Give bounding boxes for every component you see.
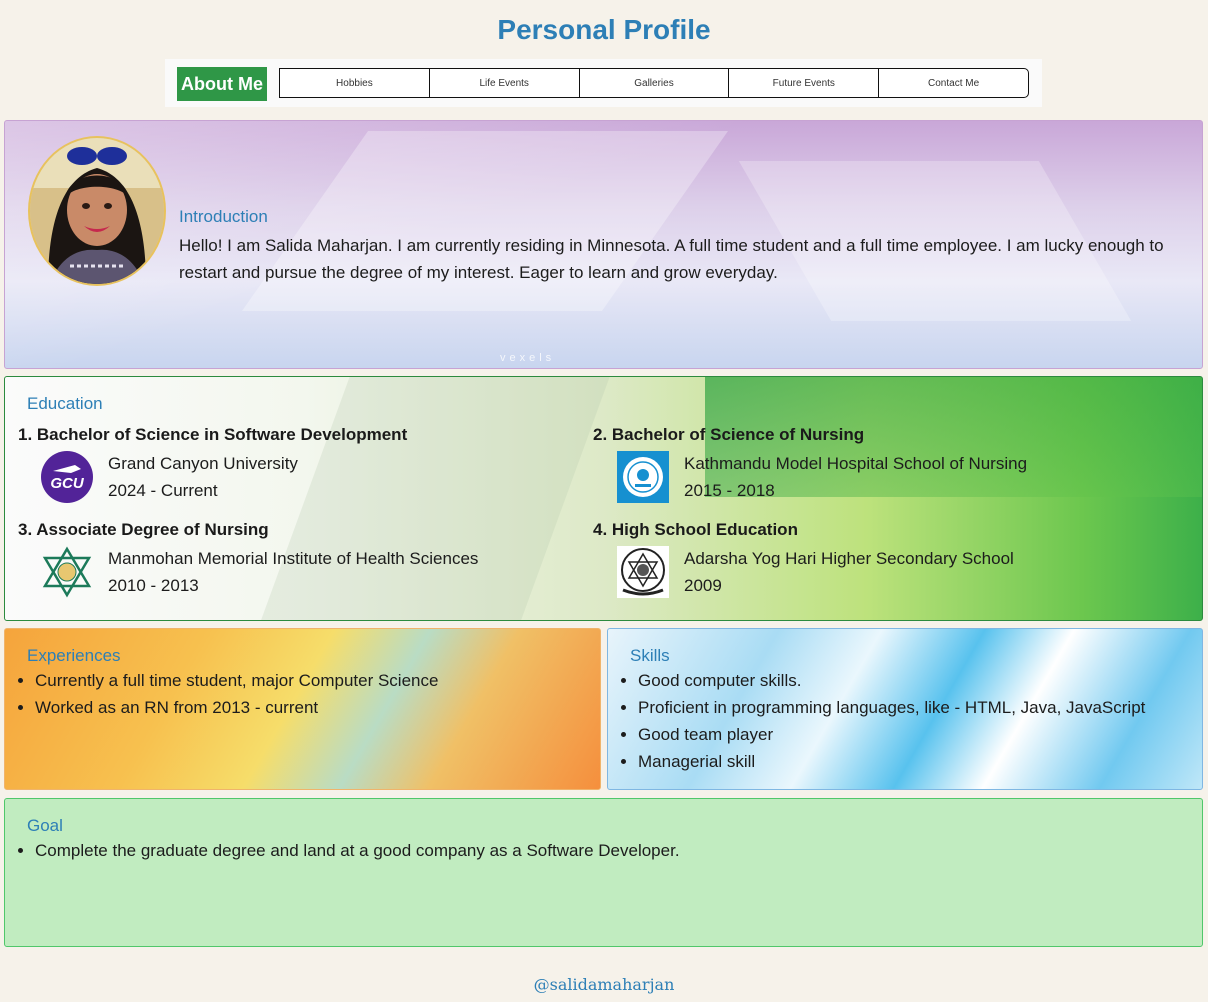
- introduction-heading: Introduction: [179, 207, 268, 226]
- list-item: Managerial skill: [638, 748, 1145, 775]
- goal-heading: Goal: [27, 816, 63, 835]
- tab-contact-me[interactable]: Contact Me: [878, 69, 1028, 97]
- school-years: 2015 - 2018: [684, 481, 775, 500]
- introduction-section: Introduction Hello! I am Salida Maharjan…: [4, 120, 1203, 369]
- list-item: Good team player: [638, 721, 1145, 748]
- school-years: 2010 - 2013: [108, 576, 199, 595]
- goal-section: Goal Complete the graduate degree and la…: [4, 798, 1203, 947]
- adarsha-logo: [617, 546, 669, 598]
- tab-galleries[interactable]: Galleries: [578, 69, 729, 97]
- skills-heading: Skills: [630, 646, 670, 665]
- goal-list: Complete the graduate degree and land at…: [13, 837, 680, 864]
- gcu-logo: GCU: [41, 451, 93, 503]
- education-section: Education 1. Bachelor of Science in Soft…: [4, 376, 1203, 621]
- degree-title: 4. High School Education: [593, 520, 798, 539]
- list-item: Currently a full time student, major Com…: [35, 667, 438, 694]
- degree-title: 1. Bachelor of Science in Software Devel…: [18, 425, 408, 444]
- list-item: Worked as an RN from 2013 - current: [35, 694, 438, 721]
- school-name: Adarsha Yog Hari Higher Secondary School: [684, 549, 1014, 568]
- tab-future-events[interactable]: Future Events: [728, 69, 878, 97]
- school-name: Grand Canyon University: [108, 454, 298, 473]
- background-shape: [260, 377, 610, 620]
- mmihs-logo: [41, 546, 93, 598]
- introduction-text: Hello! I am Salida Maharjan. I am curren…: [179, 236, 1164, 282]
- skills-section: Skills Good computer skills. Proficient …: [607, 628, 1203, 790]
- nav-tabs: Hobbies Life Events Galleries Future Eve…: [279, 68, 1029, 98]
- page-title: Personal Profile: [497, 14, 711, 45]
- education-heading: Education: [27, 394, 103, 413]
- list-item: Proficient in programming languages, lik…: [638, 694, 1145, 721]
- gcu-logo-text: GCU: [50, 475, 85, 492]
- degree-title: 3. Associate Degree of Nursing: [18, 520, 269, 539]
- experiences-list: Currently a full time student, major Com…: [13, 667, 438, 721]
- school-years: 2024 - Current: [108, 481, 218, 500]
- nav-bar: About Me Hobbies Life Events Galleries F…: [165, 59, 1042, 107]
- watermark: vexels: [500, 352, 556, 364]
- footer-handle[interactable]: @salidamaharjan: [0, 975, 1208, 994]
- tab-about-me[interactable]: About Me: [177, 67, 267, 101]
- tab-hobbies[interactable]: Hobbies: [280, 69, 429, 97]
- experiences-section: Experiences Currently a full time studen…: [4, 628, 601, 790]
- list-item: Good computer skills.: [638, 667, 1145, 694]
- list-item: Complete the graduate degree and land at…: [35, 837, 680, 864]
- experiences-heading: Experiences: [27, 646, 121, 665]
- school-name: Manmohan Memorial Institute of Health Sc…: [108, 549, 479, 568]
- skills-list: Good computer skills. Proficient in prog…: [616, 667, 1145, 775]
- tab-life-events[interactable]: Life Events: [428, 69, 579, 97]
- avatar: [28, 136, 166, 286]
- degree-title: 2. Bachelor of Science of Nursing: [593, 425, 865, 444]
- school-years: 2009: [684, 576, 722, 595]
- kmh-logo: [617, 451, 669, 503]
- school-name: Kathmandu Model Hospital School of Nursi…: [684, 454, 1028, 473]
